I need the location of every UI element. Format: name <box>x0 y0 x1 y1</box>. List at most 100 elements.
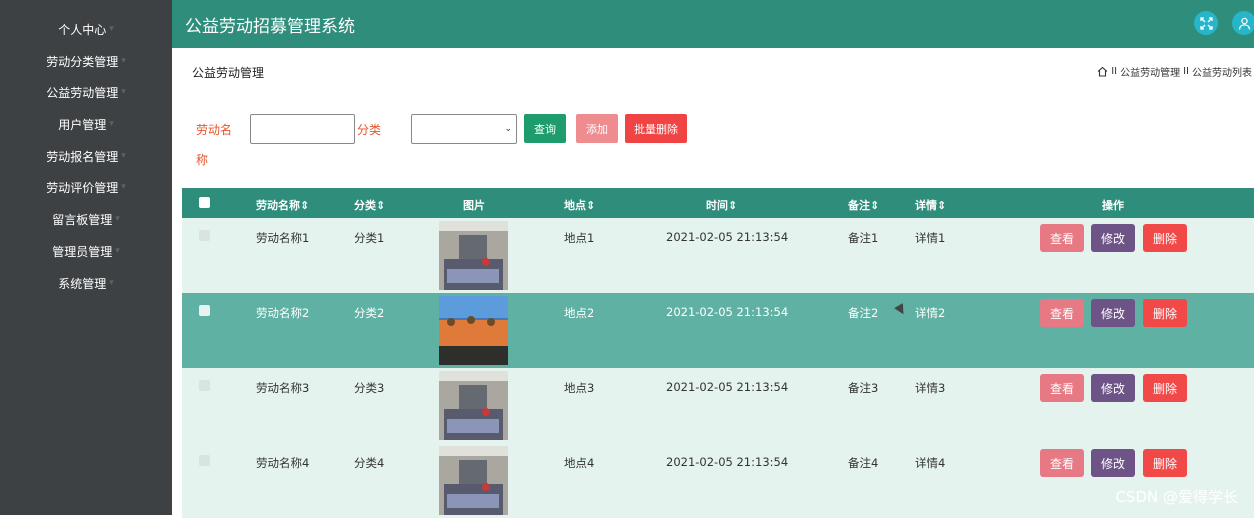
column-header-category[interactable]: 分类⇕ <box>354 197 385 213</box>
view-button[interactable]: 查看 <box>1040 449 1084 477</box>
column-header-location[interactable]: 地点⇕ <box>564 197 595 213</box>
batch-delete-button[interactable]: 批量删除 <box>625 114 687 143</box>
cell-note: 备注2 <box>848 306 879 320</box>
cell-name: 劳动名称4 <box>256 456 310 470</box>
row-checkbox[interactable] <box>199 305 210 316</box>
sidebar-item-admin-management[interactable]: 管理员管理 ▾ <box>0 237 172 265</box>
breadcrumb-separator: II <box>1111 66 1118 77</box>
table-row: 劳动名称3 分类3 地点3 2021-02-05 21:13:54 备注3 详情… <box>182 368 1254 443</box>
cell-name: 劳动名称2 <box>256 306 310 320</box>
home-icon[interactable] <box>1097 66 1108 77</box>
chevron-down-icon: ⌄ <box>504 124 512 134</box>
add-button[interactable]: 添加 <box>576 114 618 143</box>
delete-button[interactable]: 删除 <box>1143 224 1187 252</box>
row-checkbox[interactable] <box>199 230 210 241</box>
delete-button[interactable]: 删除 <box>1143 374 1187 402</box>
column-header-name[interactable]: 劳动名称⇕ <box>256 197 309 213</box>
fullscreen-icon <box>1199 16 1213 30</box>
view-button[interactable]: 查看 <box>1040 299 1084 327</box>
edit-button[interactable]: 修改 <box>1091 299 1135 327</box>
sidebar-item-label: 个人中心 <box>58 22 107 37</box>
sort-icon: ⇕ <box>870 199 880 212</box>
table-row: 劳动名称1 分类1 地点1 2021-02-05 21:13:54 备注1 详情… <box>182 218 1254 293</box>
breadcrumb-item-labor-list: 公益劳动列表 <box>1192 68 1252 79</box>
user-icon <box>1238 17 1250 30</box>
breadcrumb-item-labor-management[interactable]: 公益劳动管理 <box>1120 64 1180 79</box>
chevron-down-icon: ▾ <box>115 246 120 256</box>
edit-button[interactable]: 修改 <box>1091 374 1135 402</box>
sort-icon: ⇕ <box>586 199 596 212</box>
labor-name-input[interactable] <box>250 114 355 144</box>
sidebar-item-label: 公益劳动管理 <box>46 85 119 100</box>
labor-image <box>439 296 508 365</box>
cell-location: 地点4 <box>564 456 595 470</box>
column-header-note[interactable]: 备注⇕ <box>848 197 879 213</box>
view-button[interactable]: 查看 <box>1040 224 1084 252</box>
cell-note: 备注3 <box>848 381 879 395</box>
edit-button[interactable]: 修改 <box>1091 224 1135 252</box>
sidebar-item-registration-management[interactable]: 劳动报名管理 ▾ <box>0 142 172 170</box>
fullscreen-button[interactable] <box>1194 11 1218 35</box>
cell-time: 2021-02-05 21:13:54 <box>666 380 789 394</box>
table-header: 劳动名称⇕ 分类⇕ 图片 地点⇕ 时间⇕ 备注⇕ 详情⇕ 操作 <box>182 188 1254 218</box>
sidebar-item-label: 劳动分类管理 <box>46 54 119 69</box>
column-header-image: 图片 <box>463 199 485 212</box>
cell-category: 分类3 <box>354 381 385 395</box>
cell-category: 分类2 <box>354 306 385 320</box>
query-button[interactable]: 查询 <box>524 114 566 143</box>
name-label-line1: 劳动名 <box>196 123 233 137</box>
chevron-down-icon: ▾ <box>121 151 126 161</box>
watermark: CSDN @爱得学长 <box>1115 488 1238 506</box>
table-row: 劳动名称4 分类4 地点4 2021-02-05 21:13:54 备注4 详情… <box>182 443 1254 518</box>
select-all-checkbox[interactable] <box>199 197 210 208</box>
cell-note: 备注1 <box>848 231 879 245</box>
sort-icon: ⇕ <box>728 199 738 212</box>
cell-category: 分类4 <box>354 456 385 470</box>
labor-image <box>439 446 508 515</box>
sidebar-item-label: 劳动报名管理 <box>46 149 119 164</box>
row-checkbox[interactable] <box>199 455 210 466</box>
labor-image <box>439 371 508 440</box>
cell-note: 备注4 <box>848 456 879 470</box>
sidebar-item-message-board[interactable]: 留言板管理 ▾ <box>0 205 172 233</box>
chevron-down-icon: ▾ <box>109 119 114 129</box>
column-header-actions: 操作 <box>1102 199 1124 212</box>
sidebar-item-personal-center[interactable]: 个人中心 ▾ <box>0 15 172 43</box>
delete-button[interactable]: 删除 <box>1143 449 1187 477</box>
labor-image <box>439 221 508 290</box>
sidebar: 个人中心 ▾ 劳动分类管理 ▾ 公益劳动管理 ▾ 用户管理 ▾ 劳动报名管理 ▾ 劳动评价… <box>0 0 172 515</box>
app-title: 公益劳动招募管理系统 <box>185 17 355 37</box>
sidebar-item-evaluation-management[interactable]: 劳动评价管理 ▾ <box>0 173 172 201</box>
cell-name: 劳动名称3 <box>256 381 310 395</box>
sidebar-item-category-management[interactable]: 劳动分类管理 ▾ <box>0 47 172 75</box>
category-select[interactable]: ⌄ <box>411 114 517 144</box>
column-header-time[interactable]: 时间⇕ <box>706 197 737 213</box>
cell-category: 分类1 <box>354 231 385 245</box>
sort-icon: ⇕ <box>376 199 386 212</box>
chevron-down-icon: ▾ <box>121 56 126 66</box>
category-label: 分类 <box>357 123 382 137</box>
sidebar-item-label: 管理员管理 <box>52 244 113 259</box>
sidebar-item-labor-management[interactable]: 公益劳动管理 ▾ <box>0 78 172 106</box>
cell-detail: 详情4 <box>915 456 946 470</box>
name-label-line2: 称 <box>196 153 209 167</box>
sidebar-item-user-management[interactable]: 用户管理 ▾ <box>0 110 172 138</box>
column-header-detail[interactable]: 详情⇕ <box>915 197 946 213</box>
sidebar-item-label: 用户管理 <box>58 117 107 132</box>
cell-name: 劳动名称1 <box>256 231 310 245</box>
cell-location: 地点2 <box>564 306 595 320</box>
sidebar-item-system-management[interactable]: 系统管理 ▾ <box>0 269 172 297</box>
cell-detail: 详情1 <box>915 231 946 245</box>
chevron-down-icon: ▾ <box>109 278 114 288</box>
user-button[interactable] <box>1232 11 1254 35</box>
sidebar-item-label: 留言板管理 <box>52 212 113 227</box>
chevron-down-icon: ▾ <box>121 87 126 97</box>
cell-time: 2021-02-05 21:13:54 <box>666 230 789 244</box>
edit-button[interactable]: 修改 <box>1091 449 1135 477</box>
row-checkbox[interactable] <box>199 380 210 391</box>
view-button[interactable]: 查看 <box>1040 374 1084 402</box>
delete-button[interactable]: 删除 <box>1143 299 1187 327</box>
cell-time: 2021-02-05 21:13:54 <box>666 305 789 319</box>
page-title: 公益劳动管理 <box>192 66 265 80</box>
table-row: 劳动名称2 分类2 地点2 2021-02-05 21:13:54 备注2 详情… <box>182 293 1254 368</box>
